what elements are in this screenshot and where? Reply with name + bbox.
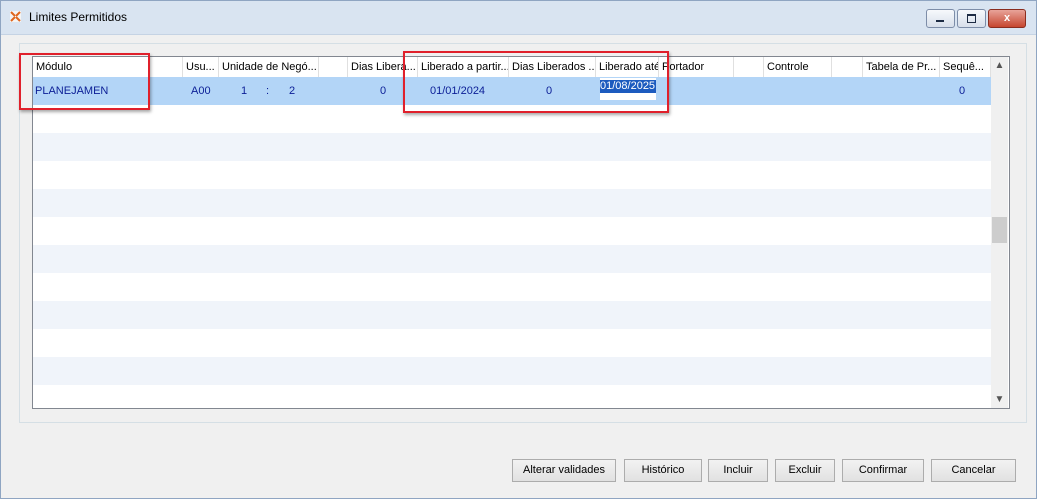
column-header-blank-2[interactable]	[734, 57, 764, 77]
column-header-usuario[interactable]: Usu...	[183, 57, 219, 77]
cell-dias-liberados[interactable]: 0	[380, 77, 386, 105]
cell-unidade-a[interactable]: 1	[241, 77, 247, 105]
vertical-scrollbar[interactable]: ▲ ▼	[991, 57, 1008, 408]
table-row[interactable]	[33, 329, 991, 357]
scroll-down-icon[interactable]: ▼	[991, 391, 1008, 408]
column-header-tabela-precos[interactable]: Tabela de Pr...	[863, 57, 940, 77]
scroll-up-icon[interactable]: ▲	[991, 57, 1008, 74]
column-header-sequencia[interactable]: Sequê...	[940, 57, 991, 77]
excluir-button[interactable]: Excluir	[775, 459, 835, 482]
historico-button[interactable]: Histórico	[624, 459, 702, 482]
minimize-button[interactable]	[926, 9, 955, 28]
cancelar-button[interactable]: Cancelar	[931, 459, 1016, 482]
annotation-box-modulo	[19, 53, 150, 110]
incluir-button[interactable]: Incluir	[708, 459, 768, 482]
table-row[interactable]	[33, 385, 991, 408]
app-logo-icon	[10, 11, 21, 22]
cell-sequencia[interactable]: 0	[959, 77, 965, 105]
cell-unidade-separator: :	[266, 85, 270, 97]
table-row[interactable]	[33, 133, 991, 161]
column-header-blank-1[interactable]	[319, 57, 348, 77]
title-bar: Limites Permitidos x	[1, 1, 1036, 35]
table-row[interactable]	[33, 161, 991, 189]
confirmar-button[interactable]: Confirmar	[842, 459, 924, 482]
column-header-controle[interactable]: Controle	[764, 57, 832, 77]
close-button[interactable]: x	[988, 9, 1026, 28]
minimize-icon	[936, 20, 944, 22]
table-row[interactable]	[33, 357, 991, 385]
maximize-button[interactable]	[957, 9, 986, 28]
table-row[interactable]	[33, 189, 991, 217]
maximize-icon	[967, 14, 976, 23]
table-row[interactable]	[33, 245, 991, 273]
cell-usuario[interactable]: A00	[191, 77, 211, 105]
column-header-blank-3[interactable]	[832, 57, 863, 77]
alterar-validades-button[interactable]: Alterar validades	[512, 459, 616, 482]
column-header-unidade-negocio[interactable]: Unidade de Negó...	[219, 57, 319, 77]
annotation-box-dates	[403, 51, 669, 113]
table-row[interactable]	[33, 301, 991, 329]
cell-unidade-b[interactable]: 2	[289, 77, 295, 105]
close-icon: x	[1003, 12, 1011, 24]
column-header-portador[interactable]: Portador	[659, 57, 734, 77]
table-row[interactable]	[33, 217, 991, 245]
scroll-thumb[interactable]	[992, 217, 1007, 243]
window-title: Limites Permitidos	[29, 10, 128, 24]
table-row[interactable]	[33, 273, 991, 301]
